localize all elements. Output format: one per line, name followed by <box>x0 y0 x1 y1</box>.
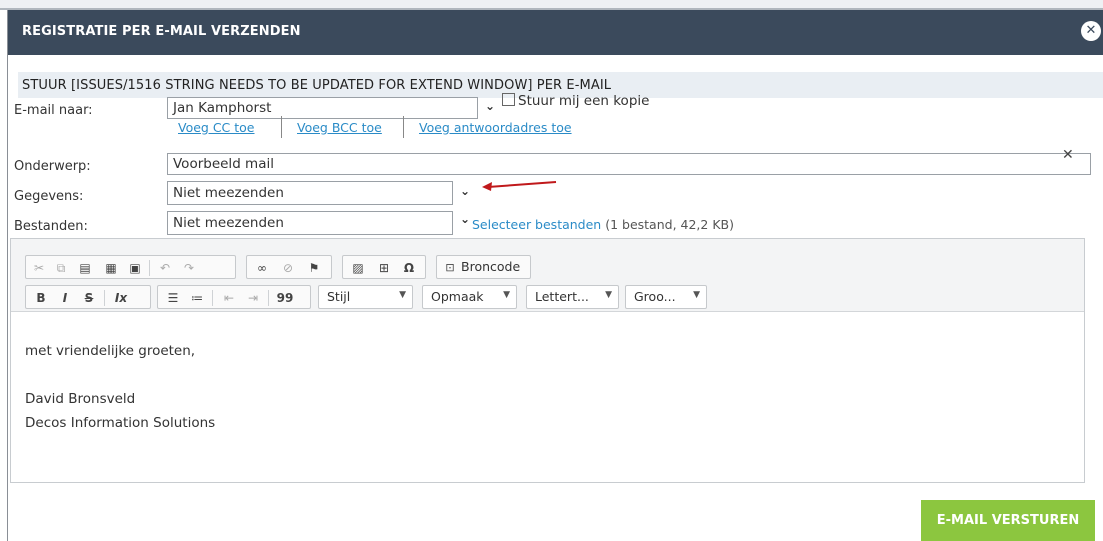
add-reply-address-link[interactable]: Voeg antwoordadres toe <box>419 120 572 135</box>
body-line: Decos Information Solutions <box>25 415 216 431</box>
link-separator <box>281 116 282 138</box>
select-files-link[interactable]: Selecteer bestanden <box>472 217 601 232</box>
add-cc-link[interactable]: Voeg CC toe <box>178 120 255 135</box>
redo-icon[interactable]: ↷ <box>180 259 198 277</box>
files-meta: (1 bestand, 42,2 KB) <box>605 217 734 232</box>
basic-style-group: B I S Ix <box>25 285 151 309</box>
red-arrow-annotation-icon <box>482 181 557 191</box>
to-label: E-mail naar: <box>14 103 93 118</box>
numbered-list-icon[interactable]: ☰ <box>164 289 182 307</box>
rich-text-editor: ✂ ⧉ ▤ ▦ ▣ ↶ ↷ ∞ ⊘ ⚑ ▨ ⊞ Ω ⊡ Broncode B I… <box>10 238 1085 483</box>
dialog-titlebar: REGISTRATIE PER E-MAIL VERZENDEN <box>8 10 1103 55</box>
data-label: Gegevens: <box>14 189 84 204</box>
data-dropdown-chevron-icon[interactable]: ⌄ <box>460 184 470 198</box>
copy-icon[interactable]: ⧉ <box>52 259 70 277</box>
caret-icon: ▼ <box>503 290 510 300</box>
style-label: Stijl <box>327 289 351 304</box>
outdent-icon[interactable]: ⇤ <box>220 289 238 307</box>
source-label: Broncode <box>461 259 521 274</box>
font-dropdown[interactable]: Lettert... ▼ <box>526 285 619 309</box>
caret-icon: ▼ <box>605 290 612 300</box>
indent-icon[interactable]: ⇥ <box>244 289 262 307</box>
strike-button[interactable]: S <box>80 289 98 307</box>
paste-icon[interactable]: ▤ <box>76 259 94 277</box>
italic-button[interactable]: I <box>56 289 74 307</box>
files-dropdown-chevron-icon[interactable]: ⌄ <box>460 212 470 226</box>
insert-group: ▨ ⊞ Ω <box>342 255 426 279</box>
size-label: Groo... <box>634 289 676 304</box>
clipboard-group: ✂ ⧉ ▤ ▦ ▣ ↶ ↷ <box>25 255 236 279</box>
unlink-icon[interactable]: ⊘ <box>279 259 297 277</box>
format-dropdown[interactable]: Opmaak ▼ <box>422 285 517 309</box>
source-button[interactable]: ⊡ Broncode <box>436 255 531 279</box>
send-email-button[interactable]: E-MAIL VERSTUREN <box>921 500 1095 541</box>
subject-label: Onderwerp: <box>14 159 91 174</box>
undo-icon[interactable]: ↶ <box>156 259 174 277</box>
anchor-flag-icon[interactable]: ⚑ <box>305 259 323 277</box>
body-line: met vriendelijke groeten, <box>25 343 196 359</box>
cut-icon[interactable]: ✂ <box>30 259 48 277</box>
files-label: Bestanden: <box>14 219 88 234</box>
caret-icon: ▼ <box>693 290 700 300</box>
special-char-icon[interactable]: Ω <box>400 259 418 277</box>
size-dropdown[interactable]: Groo... ▼ <box>625 285 707 309</box>
paste-word-icon[interactable]: ▣ <box>126 259 144 277</box>
list-group: ☰ ≔ ⇤ ⇥ 99 <box>157 285 311 309</box>
to-dropdown-chevron-icon[interactable]: ⌄ <box>485 99 495 113</box>
files-select[interactable]: Niet meezenden <box>167 211 453 235</box>
close-icon[interactable]: ✕ <box>1081 21 1101 41</box>
link-group: ∞ ⊘ ⚑ <box>246 255 332 279</box>
caret-icon: ▼ <box>399 290 406 300</box>
image-icon[interactable]: ▨ <box>349 259 367 277</box>
copy-label: Stuur mij een kopie <box>518 93 650 109</box>
subject-input[interactable]: Voorbeeld mail <box>167 153 1091 175</box>
clear-subject-icon[interactable]: ✕ <box>1062 147 1074 163</box>
source-icon: ⊡ <box>445 261 455 274</box>
bulleted-list-icon[interactable]: ≔ <box>188 289 206 307</box>
add-bcc-link[interactable]: Voeg BCC toe <box>297 120 382 135</box>
dialog-title: REGISTRATIE PER E-MAIL VERZENDEN <box>22 24 301 39</box>
to-field[interactable]: Jan Kamphorst <box>167 97 478 119</box>
table-icon[interactable]: ⊞ <box>375 259 393 277</box>
checkbox-icon[interactable] <box>502 93 515 106</box>
copy-checkbox[interactable]: Stuur mij een kopie <box>502 93 649 109</box>
bold-button[interactable]: B <box>32 289 50 307</box>
link-separator <box>403 116 404 138</box>
editor-toolbar: ✂ ⧉ ▤ ▦ ▣ ↶ ↷ ∞ ⊘ ⚑ ▨ ⊞ Ω ⊡ Broncode B I… <box>11 239 1084 312</box>
editor-content[interactable]: met vriendelijke groeten, David Bronsvel… <box>25 339 215 435</box>
background-window-edge <box>0 0 1103 10</box>
data-select[interactable]: Niet meezenden <box>167 181 453 205</box>
body-line: David Bronsveld <box>25 391 136 407</box>
dialog-left-frame <box>0 10 8 541</box>
remove-format-icon[interactable]: Ix <box>112 289 130 307</box>
link-icon[interactable]: ∞ <box>253 259 271 277</box>
style-dropdown[interactable]: Stijl ▼ <box>318 285 413 309</box>
format-label: Opmaak <box>431 289 484 304</box>
subject-header: STUUR [ISSUES/1516 STRING NEEDS TO BE UP… <box>22 78 612 93</box>
paste-text-icon[interactable]: ▦ <box>102 259 120 277</box>
blockquote-icon[interactable]: 99 <box>276 289 294 307</box>
font-label: Lettert... <box>535 289 589 304</box>
